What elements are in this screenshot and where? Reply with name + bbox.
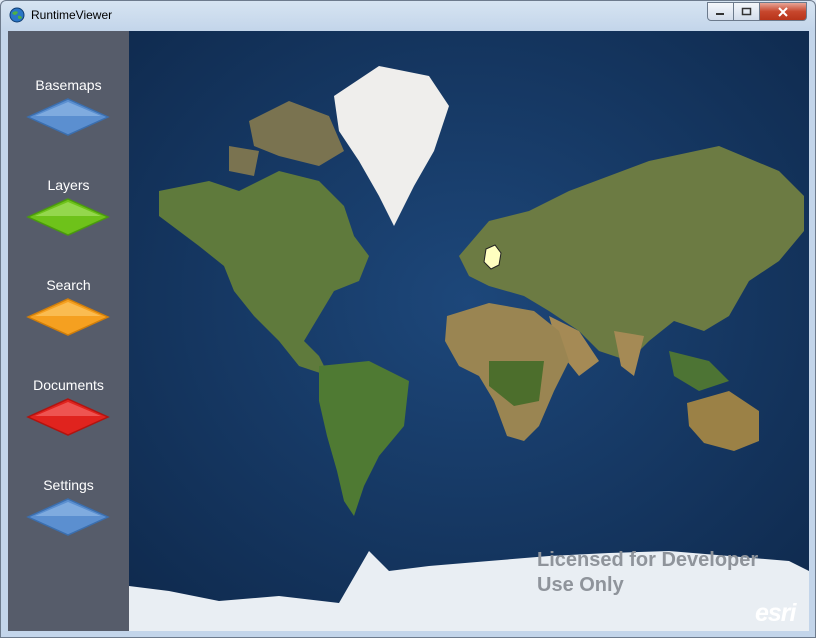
nav-layers-label: Layers [47, 177, 90, 193]
close-icon [778, 6, 788, 17]
client-area: Basemaps Layers Search Documents Setting… [8, 31, 809, 631]
nav-basemaps[interactable]: Basemaps [8, 77, 129, 147]
maximize-button[interactable] [733, 2, 760, 21]
blue-diamond-icon [26, 98, 110, 136]
sidebar: Basemaps Layers Search Documents Setting… [8, 31, 129, 631]
green-diamond-icon [26, 198, 110, 236]
title-bar[interactable]: RuntimeViewer [1, 1, 815, 29]
red-diamond-icon [26, 398, 110, 436]
maximize-icon [741, 7, 752, 16]
nav-settings[interactable]: Settings [8, 477, 129, 547]
nav-documents[interactable]: Documents [8, 377, 129, 447]
minimize-button[interactable] [707, 2, 734, 21]
nav-documents-label: Documents [33, 377, 104, 393]
esri-logo: esri [755, 599, 796, 627]
orange-diamond-icon [26, 298, 110, 336]
minimize-icon [716, 13, 724, 15]
license-watermark: Licensed for Developer Use Only [537, 549, 759, 596]
close-button[interactable] [759, 2, 807, 21]
nav-basemaps-label: Basemaps [35, 77, 102, 93]
world-imagery-map [129, 31, 809, 631]
blue-diamond-icon [26, 498, 110, 536]
nav-search-label: Search [46, 277, 91, 293]
map-view[interactable]: Licensed for Developer Use Only esri [129, 31, 809, 631]
window-title: RuntimeViewer [31, 8, 113, 22]
nav-search[interactable]: Search [8, 277, 129, 347]
app-globe-icon [9, 7, 25, 23]
nav-settings-label: Settings [43, 477, 94, 493]
app-window: RuntimeViewer Basemaps Layers Search Doc… [0, 0, 816, 638]
nav-layers[interactable]: Layers [8, 177, 129, 247]
